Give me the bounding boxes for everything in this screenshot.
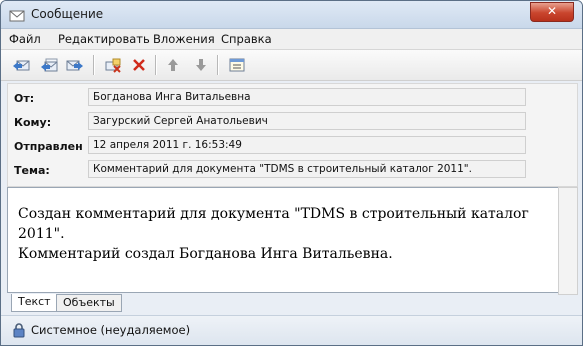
status-bar: Системное (неудаляемое) [1, 315, 582, 345]
close-icon: ✕ [546, 4, 558, 18]
window-title: Сообщение [31, 7, 104, 21]
sent-label: Отправлен [14, 140, 83, 153]
envelope-icon [9, 7, 25, 22]
forward-icon[interactable] [65, 55, 85, 75]
to-field[interactable]: Загурский Сергей Анатольевич [88, 112, 526, 130]
lock-icon [12, 322, 26, 338]
message-body[interactable]: Создан комментарий для документа "TDMS в… [7, 187, 559, 293]
delete-icon[interactable] [103, 55, 123, 75]
to-label: Кому: [14, 116, 52, 129]
menu-attachments[interactable]: Вложения [153, 32, 215, 46]
menu-edit[interactable]: Редактировать [58, 32, 150, 46]
message-line: Комментарий создал Богданова Инга Виталь… [18, 246, 393, 262]
cancel-icon[interactable] [129, 55, 149, 75]
details-icon[interactable] [227, 55, 247, 75]
title-bar: Сообщение ✕ [1, 1, 582, 29]
arrow-up-icon[interactable] [163, 55, 183, 75]
from-field[interactable]: Богданова Инга Витальевна [88, 88, 526, 106]
tab-text[interactable]: Текст [11, 294, 58, 312]
close-button[interactable]: ✕ [530, 2, 574, 22]
toolbar [1, 50, 582, 81]
body-tabs: Текст Объекты [7, 294, 576, 312]
message-text: Создан комментарий для документа "TDMS в… [18, 204, 554, 264]
arrow-down-icon[interactable] [191, 55, 211, 75]
message-window: Сообщение ✕ Файл Редактировать Вложения … [0, 0, 583, 346]
reply-icon[interactable] [11, 55, 31, 75]
reply-all-icon[interactable] [39, 55, 59, 75]
status-text: Системное (неудаляемое) [31, 323, 191, 337]
from-label: От: [14, 92, 35, 105]
subject-field[interactable]: Комментарий для документа "TDMS в строит… [88, 160, 526, 178]
tab-objects[interactable]: Объекты [56, 294, 122, 312]
message-headers: От: Богданова Инга Витальевна Кому: Загу… [7, 83, 578, 187]
toolbar-separator [93, 55, 95, 75]
message-line: Создан комментарий для документа "TDMS в… [18, 206, 529, 242]
menu-bar: Файл Редактировать Вложения Справка [1, 29, 582, 50]
vertical-scrollbar[interactable] [558, 187, 578, 295]
toolbar-separator [217, 55, 219, 75]
sent-field[interactable]: 12 апреля 2011 г. 16:53:49 [88, 136, 526, 154]
subject-label: Тема: [14, 164, 50, 177]
menu-file[interactable]: Файл [9, 32, 41, 46]
menu-help[interactable]: Справка [221, 32, 272, 46]
toolbar-separator [155, 55, 157, 75]
